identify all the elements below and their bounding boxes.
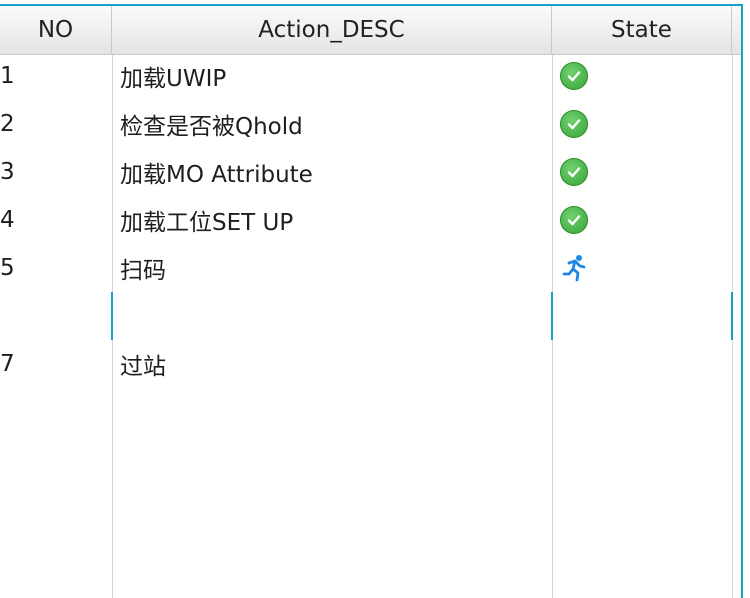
row-state (560, 292, 730, 340)
row-action-desc[interactable] (120, 292, 545, 340)
table-row[interactable]: 1 加载UWIP (0, 52, 741, 100)
row-state (560, 100, 730, 148)
row-number: 3 (0, 159, 15, 185)
row-action-desc: 加载UWIP (120, 66, 227, 92)
row-number: 4 (0, 207, 15, 233)
edit-cell-border (111, 292, 113, 340)
row-state (560, 52, 730, 100)
table-row[interactable]: 2 检查是否被Qhold (0, 100, 741, 148)
edit-cell-border (551, 292, 553, 340)
table-header: NO Action_DESC State (0, 6, 741, 55)
window-edge (743, 0, 750, 598)
table-row-editing[interactable] (0, 292, 741, 340)
action-table: NO Action_DESC State 1 加载UWIP 2 检查是否被Qho… (0, 0, 750, 598)
row-state (560, 340, 730, 388)
check-circle-icon (560, 110, 588, 138)
row-action-desc: 加载工位SET UP (120, 210, 294, 236)
check-circle-icon (560, 62, 588, 90)
row-action-desc: 过站 (120, 354, 166, 380)
table-row[interactable]: 5 扫码 (0, 244, 741, 292)
row-number (0, 292, 110, 340)
row-state (560, 196, 730, 244)
column-header-no[interactable]: NO (0, 6, 112, 54)
table-row[interactable]: 4 加载工位SET UP (0, 196, 741, 244)
row-number: 2 (0, 111, 15, 137)
row-action-desc: 检查是否被Qhold (120, 114, 303, 140)
column-header-state[interactable]: State (552, 6, 732, 54)
edit-cell-border (731, 292, 733, 340)
column-header-action-desc[interactable]: Action_DESC (112, 6, 552, 54)
table-row[interactable]: 7 过站 (0, 340, 741, 388)
check-circle-icon (560, 206, 588, 234)
row-number: 1 (0, 63, 15, 89)
row-state (560, 148, 730, 196)
row-state (560, 244, 730, 292)
row-action-desc: 扫码 (120, 258, 166, 284)
row-number: 7 (0, 351, 15, 377)
running-icon (562, 255, 586, 282)
row-action-desc: 加载MO Attribute (120, 162, 313, 188)
check-circle-icon (560, 158, 588, 186)
row-number: 5 (0, 255, 15, 281)
table-row[interactable]: 3 加载MO Attribute (0, 148, 741, 196)
